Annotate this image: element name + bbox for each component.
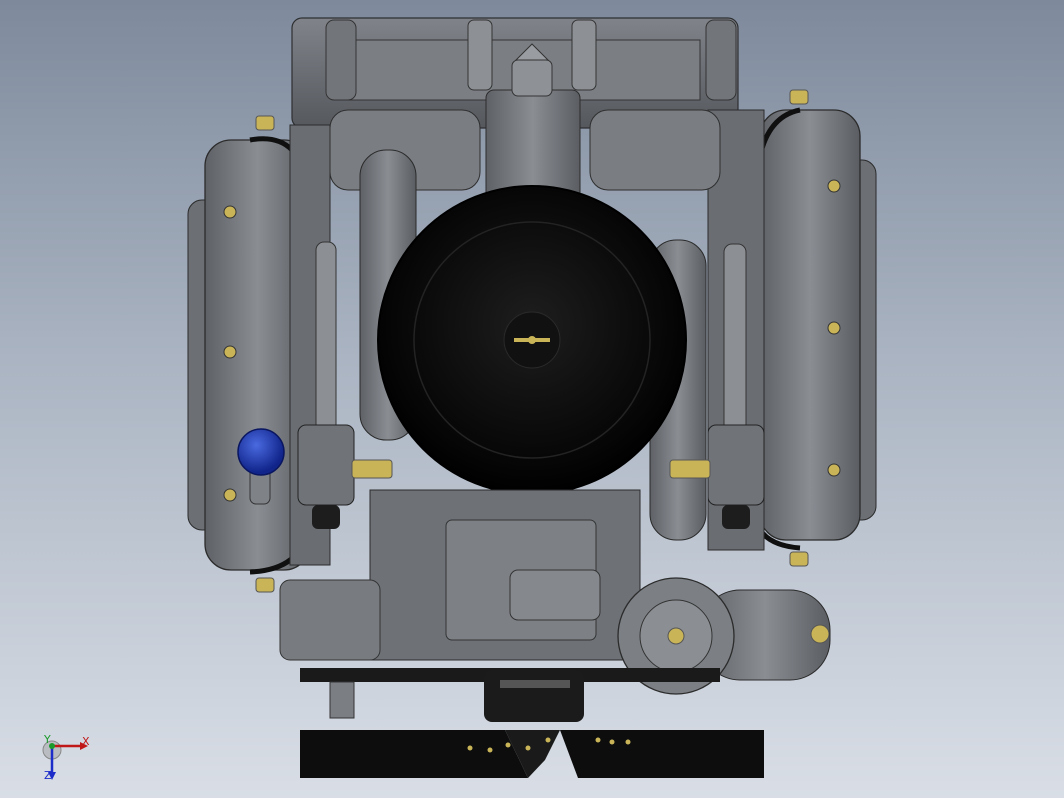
- cooling-fan: [300, 730, 764, 778]
- air-filter: [377, 185, 687, 495]
- z-axis-label: Z: [44, 769, 52, 782]
- x-axis-label: X: [82, 735, 90, 748]
- left-valve-cover: [187, 115, 331, 593]
- y-axis-label: Y: [44, 733, 51, 746]
- pulleys: [300, 668, 720, 722]
- cad-graphics-viewport[interactable]: X Y Z: [0, 0, 1064, 798]
- engine-model-render[interactable]: [0, 0, 1064, 798]
